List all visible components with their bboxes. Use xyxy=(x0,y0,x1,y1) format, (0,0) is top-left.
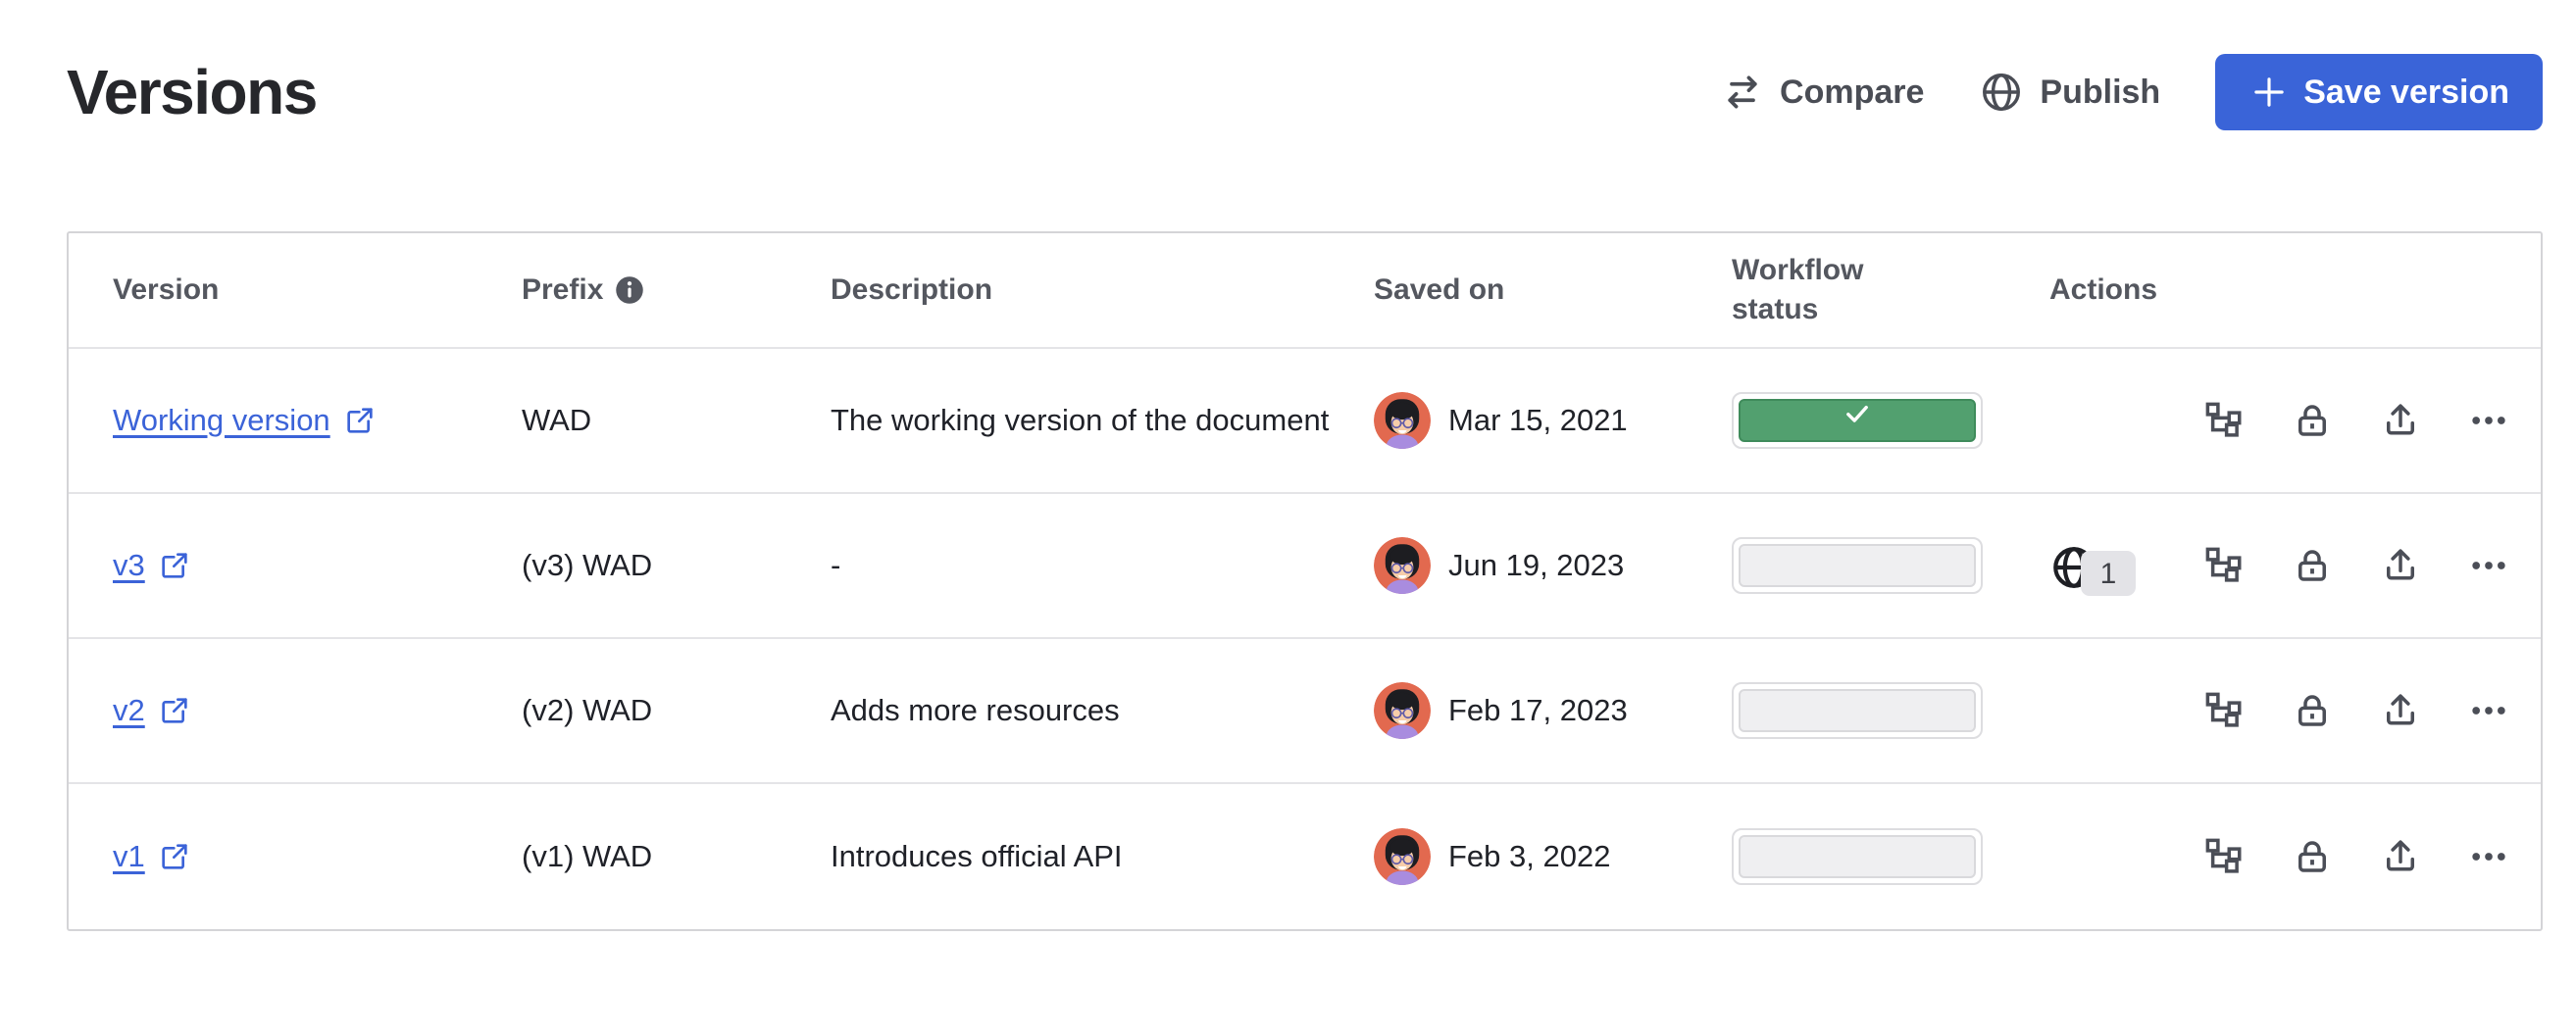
saved-on-date: Mar 15, 2021 xyxy=(1448,398,1628,444)
version-cell: v3 xyxy=(113,543,522,589)
upload-icon[interactable] xyxy=(2379,544,2422,587)
workflow-status-empty xyxy=(1739,689,1976,732)
version-link[interactable]: v3 xyxy=(113,543,145,589)
tree-structure-icon[interactable] xyxy=(2202,689,2246,732)
column-header-description: Description xyxy=(831,271,1374,311)
avatar xyxy=(1374,537,1431,594)
tree-structure-icon[interactable] xyxy=(2202,835,2246,878)
tree-structure-icon[interactable] xyxy=(2202,544,2246,587)
publish-label: Publish xyxy=(2040,74,2160,112)
external-link-icon[interactable] xyxy=(159,550,190,581)
description-cell: Adds more resources xyxy=(831,688,1374,734)
lock-icon[interactable] xyxy=(2291,544,2334,587)
table-row-v1: v1 (v1) WAD Introduces official API Feb … xyxy=(69,784,2541,929)
external-link-icon[interactable] xyxy=(159,841,190,872)
lock-icon[interactable] xyxy=(2291,835,2334,878)
prefix-cell: (v3) WAD xyxy=(522,543,831,589)
prefix-cell: (v2) WAD xyxy=(522,688,831,734)
upload-icon[interactable] xyxy=(2379,399,2422,442)
column-header-actions: Actions xyxy=(2049,271,2541,311)
prefix-cell: WAD xyxy=(522,398,831,444)
upload-icon[interactable] xyxy=(2379,689,2422,732)
save-version-button[interactable]: Save version xyxy=(2215,54,2543,130)
compare-label: Compare xyxy=(1780,74,1924,112)
workflow-status-complete xyxy=(1739,399,1976,442)
versions-page: Versions Compare xyxy=(0,0,2576,931)
upload-icon[interactable] xyxy=(2379,835,2422,878)
versions-table: Version Prefix Description Saved on Work… xyxy=(67,231,2543,931)
workflow-status-bar[interactable] xyxy=(1732,682,1983,739)
actions-cell xyxy=(2049,835,2546,878)
publish-button[interactable]: Publish xyxy=(1979,70,2160,115)
workflow-status-cell xyxy=(1732,392,2049,449)
tree-structure-icon[interactable] xyxy=(2202,399,2246,442)
checkmark-icon xyxy=(1841,397,1874,444)
lock-icon[interactable] xyxy=(2291,689,2334,732)
avatar xyxy=(1374,828,1431,885)
table-row-working-version: Working version WAD The working version … xyxy=(69,349,2541,494)
column-header-prefix: Prefix xyxy=(522,271,831,311)
more-options-icon[interactable] xyxy=(2467,544,2510,587)
actions-cell xyxy=(2049,399,2546,442)
table-header-row: Version Prefix Description Saved on Work… xyxy=(69,233,2541,349)
column-header-version: Version xyxy=(113,271,522,311)
more-options-icon[interactable] xyxy=(2467,399,2510,442)
version-link[interactable]: Working version xyxy=(113,398,330,444)
external-link-icon[interactable] xyxy=(159,695,190,726)
saved-on-date: Feb 17, 2023 xyxy=(1448,688,1628,734)
workflow-status-cell xyxy=(1732,682,2049,739)
saved-on-cell: Feb 17, 2023 xyxy=(1374,682,1732,739)
saved-on-date: Feb 3, 2022 xyxy=(1448,834,1610,880)
workflow-status-bar[interactable] xyxy=(1732,828,1983,885)
description-cell: Introduces official API xyxy=(831,834,1374,880)
saved-on-cell: Jun 19, 2023 xyxy=(1374,537,1732,594)
saved-on-cell: Feb 3, 2022 xyxy=(1374,828,1732,885)
lock-icon[interactable] xyxy=(2291,399,2334,442)
workflow-status-cell xyxy=(1732,828,2049,885)
compare-button[interactable]: Compare xyxy=(1721,71,1924,114)
globe-icon xyxy=(1979,70,2024,115)
column-header-saved-on: Saved on xyxy=(1374,271,1732,311)
actions-cell xyxy=(2049,689,2546,732)
description-cell: The working version of the document xyxy=(831,398,1374,444)
workflow-status-bar[interactable] xyxy=(1732,392,1983,449)
external-link-icon[interactable] xyxy=(344,405,376,436)
workflow-status-bar[interactable] xyxy=(1732,537,1983,594)
header-actions: Compare Publish Save ver xyxy=(1721,54,2543,130)
saved-on-cell: Mar 15, 2021 xyxy=(1374,392,1732,449)
prefix-cell: (v1) WAD xyxy=(522,834,831,880)
more-options-icon[interactable] xyxy=(2467,689,2510,732)
workflow-status-empty xyxy=(1739,544,1976,587)
version-cell: v1 xyxy=(113,834,522,880)
saved-on-date: Jun 19, 2023 xyxy=(1448,543,1624,589)
avatar xyxy=(1374,682,1431,739)
save-version-label: Save version xyxy=(2303,74,2509,112)
page-header: Versions Compare xyxy=(67,43,2543,141)
workflow-status-cell xyxy=(1732,537,2049,594)
published-count-badge: 1 xyxy=(2081,551,2136,596)
info-icon[interactable] xyxy=(615,275,644,305)
table-row-v2: v2 (v2) WAD Adds more resources Feb 17, … xyxy=(69,639,2541,784)
version-link[interactable]: v2 xyxy=(113,688,145,734)
plus-icon xyxy=(2248,72,2290,113)
page-title: Versions xyxy=(67,56,317,128)
description-cell: - xyxy=(831,543,1374,589)
avatar xyxy=(1374,392,1431,449)
workflow-status-empty xyxy=(1739,835,1976,878)
published-globe-icon[interactable]: 1 xyxy=(2049,537,2126,594)
column-header-workflow-status: Workflow status xyxy=(1732,251,2049,330)
table-row-v3: v3 (v3) WAD - Jun 19, 2023 1 xyxy=(69,494,2541,639)
globe-slot: 1 xyxy=(2049,537,2202,594)
compare-icon xyxy=(1721,71,1764,114)
version-cell: Working version xyxy=(113,398,522,444)
more-options-icon[interactable] xyxy=(2467,835,2510,878)
version-link[interactable]: v1 xyxy=(113,834,145,880)
version-cell: v2 xyxy=(113,688,522,734)
actions-cell: 1 xyxy=(2049,537,2546,594)
